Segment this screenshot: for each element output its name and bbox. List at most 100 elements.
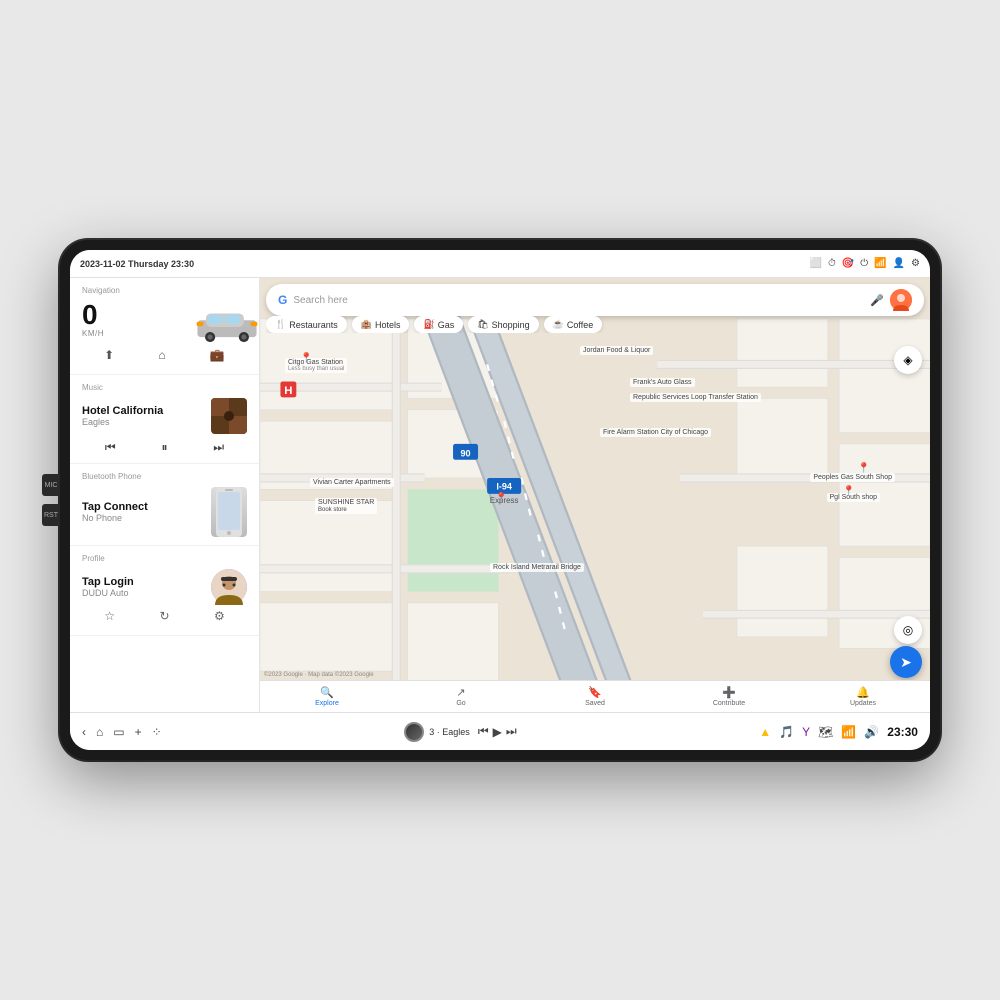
chip-shopping[interactable]: 🛍 Shopping [468, 316, 538, 333]
place-vivian: Vivian Carter Apartments [310, 478, 394, 487]
map-area[interactable]: 90 I-94 Express H G Search here 🎤 [260, 278, 930, 712]
pin-peoples: 📍 [858, 463, 870, 474]
np-controls: ⏮ ▶ ⏭ [478, 724, 517, 739]
svg-text:I-94: I-94 [496, 481, 512, 491]
profile-avatar [211, 569, 247, 605]
pin-pgl: 📍 [843, 486, 855, 497]
maps-app-icon[interactable]: 🗺 [818, 725, 833, 739]
bottom-bar: ‹ ⌂ ▭ + ⁘ 3 · Eagles ⏮ ▶ ⏭ ▲ 🎵 [70, 712, 930, 750]
np-text: 3 · Eagles [429, 727, 470, 737]
music-app-icon[interactable]: 🎵 [779, 725, 794, 739]
car-icon [192, 305, 247, 335]
now-playing-center: 3 · Eagles ⏮ ▶ ⏭ [404, 722, 516, 742]
mic-button[interactable]: MIC [42, 474, 60, 496]
tab-explore[interactable]: 🔍 Explore [260, 681, 394, 712]
bluetooth-label: Bluetooth Phone [82, 472, 247, 481]
compass-button[interactable]: ◎ [894, 616, 922, 644]
tab-saved[interactable]: 🔖 Saved [528, 681, 662, 712]
settings-btn[interactable]: ⚙ [214, 609, 225, 623]
chip-gas[interactable]: ⛽ Gas [414, 316, 463, 333]
album-art [211, 398, 247, 434]
search-box[interactable]: G Search here 🎤 [266, 284, 924, 316]
nav-controls-bottom: ‹ ⌂ ▭ + ⁘ [82, 725, 162, 739]
yahoo-icon[interactable]: Y [802, 725, 810, 739]
bt-text: Tap Connect No Phone [82, 501, 148, 523]
speed-display: 0 KM/H [82, 301, 104, 338]
favorite-btn[interactable]: ☆ [104, 609, 115, 623]
power-icon: ⏻ [860, 258, 868, 269]
timer-icon: ⏱ [828, 258, 836, 269]
map-search-bar: G Search here 🎤 [266, 284, 924, 316]
place-jordan: Jordan Food & Liquor [580, 346, 653, 355]
pin-citgo: 📍 [300, 353, 312, 364]
navigate-btn[interactable]: ⬆ [104, 348, 114, 362]
chip-restaurants[interactable]: 🍴 Restaurants [266, 316, 347, 333]
music-label: Music [82, 383, 247, 392]
place-citgo: Citgo Gas Station Less busy than usual [285, 358, 347, 373]
mic-search-icon[interactable]: 🎤 [870, 294, 884, 307]
music-section: Music Hotel California Eagles [70, 375, 259, 464]
place-sunshine: SUNSHINE STARBook store [315, 498, 377, 514]
user-icon: 👤 [893, 258, 905, 269]
device-frame: MIC RST 2023-11-02 Thursday 23:30 ⬜ ⏱ 🎯 … [60, 240, 940, 760]
profile-text: Tap Login DUDU Auto [82, 576, 134, 598]
phone-icon [211, 487, 247, 537]
music-controls: ⏮ ⏸ ⏭ [82, 440, 247, 455]
filter-chips: 🍴 Restaurants 🏨 Hotels ⛽ Gas 🛍 Shopping [266, 316, 924, 333]
apps-btn[interactable]: ⁘ [152, 725, 162, 739]
rst-button[interactable]: RST [42, 504, 60, 526]
steering-icon: 🎯 [842, 258, 854, 269]
refresh-btn[interactable]: ↻ [159, 609, 169, 623]
back-nav-btn[interactable]: ‹ [82, 725, 86, 739]
chip-coffee[interactable]: ☕ Coffee [544, 316, 603, 333]
tab-contribute[interactable]: ➕ Contribute [662, 681, 796, 712]
datetime-display: 2023-11-02 Thursday 23:30 [80, 259, 194, 269]
work-btn[interactable]: 💼 [210, 348, 225, 362]
music-title: Hotel California [82, 405, 211, 417]
wifi-status-icon: 📶 [841, 725, 856, 739]
music-text: Hotel California Eagles [82, 405, 211, 427]
map-layers-button[interactable]: ◈ [894, 346, 922, 374]
np-next-btn[interactable]: ⏭ [506, 724, 517, 739]
bt-title: Tap Connect [82, 501, 148, 513]
chip-hotels[interactable]: 🏨 Hotels [352, 316, 410, 333]
svg-text:H: H [284, 385, 292, 397]
np-play-btn[interactable]: ▶ [493, 725, 502, 739]
left-panel: Navigation 0 KM/H [70, 278, 260, 712]
place-republic: Republic Services Loop Transfer Station [630, 393, 761, 402]
speed-number: 0 [82, 301, 104, 329]
screen: 2023-11-02 Thursday 23:30 ⬜ ⏱ 🎯 ⏻ 📶 👤 ⚙ … [70, 250, 930, 750]
volume-icon[interactable]: 🔊 [864, 725, 879, 739]
prev-btn[interactable]: ⏮ [105, 440, 116, 455]
navigation-section: Navigation 0 KM/H [70, 278, 259, 375]
search-placeholder: Search here [293, 295, 864, 306]
system-status: ▲ 🎵 Y 🗺 📶 🔊 23:30 [759, 725, 918, 739]
now-playing: 3 · Eagles [404, 722, 470, 742]
home-btn[interactable]: ⌂ [158, 348, 165, 362]
main-content: Navigation 0 KM/H [70, 278, 930, 712]
recent-nav-btn[interactable]: ▭ [113, 725, 124, 739]
location-button[interactable]: ➤ [890, 646, 922, 678]
add-nav-btn[interactable]: + [135, 725, 142, 739]
svg-text:90: 90 [460, 448, 470, 458]
next-btn[interactable]: ⏭ [213, 440, 224, 455]
place-fire: Fire Alarm Station City of Chicago [600, 428, 711, 437]
profile-label: Profile [82, 554, 247, 563]
tab-go[interactable]: ↗ Go [394, 681, 528, 712]
screen-icon: ⬜ [809, 258, 821, 269]
time-display: 23:30 [887, 725, 918, 739]
user-avatar[interactable] [890, 289, 912, 311]
place-peoples: Peoples Gas South Shop [810, 473, 895, 482]
home-nav-btn[interactable]: ⌂ [96, 725, 103, 739]
tab-updates[interactable]: 🔔 Updates [796, 681, 930, 712]
status-icons: ⬜ ⏱ 🎯 ⏻ 📶 👤 ⚙ [809, 258, 920, 269]
nav-controls: ⬆ ⌂ 💼 [82, 344, 247, 366]
profile-section: Profile Tap Login DUDU Auto [70, 546, 259, 636]
map-copyright: ©2023 Google · Map data ©2023 Google [264, 672, 374, 678]
profile-sub: DUDU Auto [82, 588, 134, 598]
pause-btn[interactable]: ⏸ [161, 440, 167, 455]
place-franks: Frank's Auto Glass [630, 378, 695, 387]
profile-controls: ☆ ↻ ⚙ [82, 605, 247, 627]
profile-name: Tap Login [82, 576, 134, 588]
np-prev-btn[interactable]: ⏮ [478, 724, 489, 739]
